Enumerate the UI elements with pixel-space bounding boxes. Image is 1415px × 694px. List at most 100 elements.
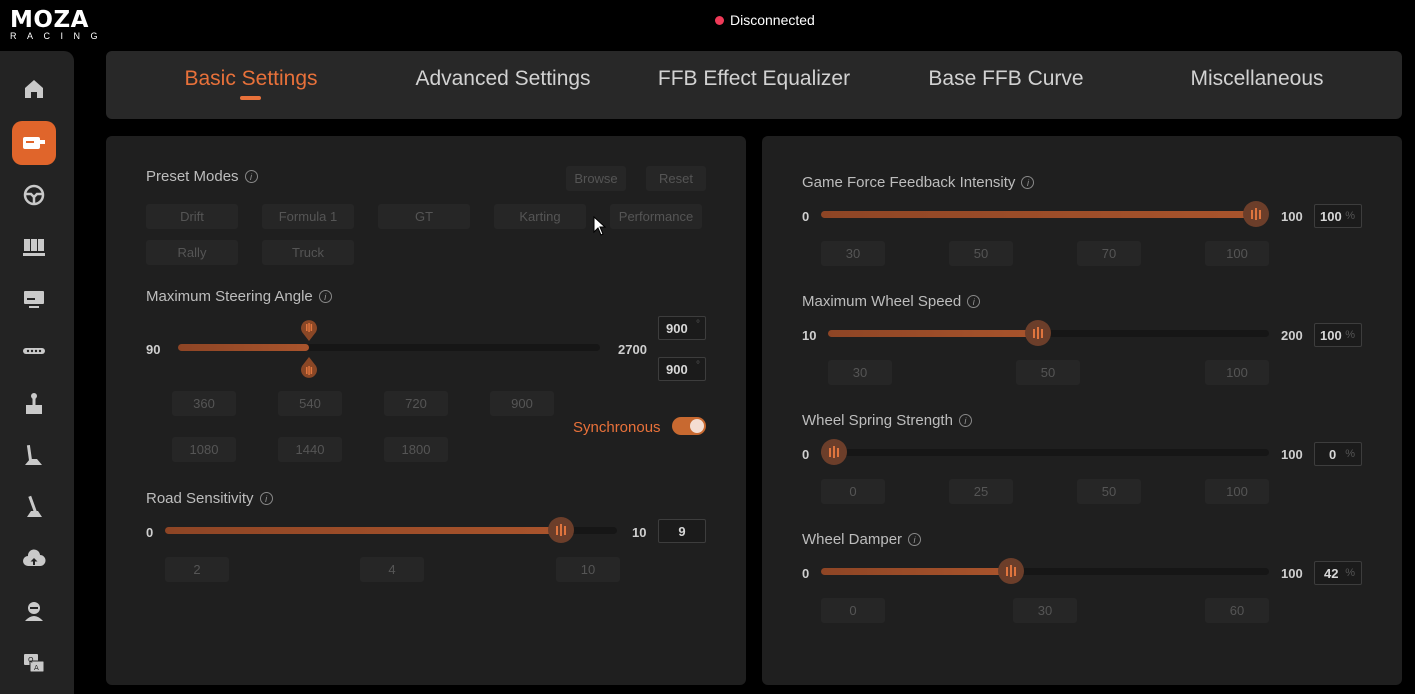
spring-value: 0 — [1329, 446, 1337, 462]
road-value-input[interactable]: 9 — [658, 519, 706, 543]
steering-upper-handle[interactable] — [299, 318, 319, 342]
sidebar-item-user[interactable] — [12, 589, 56, 633]
preset-drift[interactable]: Drift — [146, 204, 238, 229]
spring-value-input[interactable]: 0 % — [1314, 442, 1362, 466]
spring-max-label: 100 — [1281, 447, 1303, 462]
synchronous-label: Synchronous — [573, 419, 661, 436]
ffb-value-input[interactable]: 100 % — [1314, 204, 1362, 228]
spring-preset-25[interactable]: 25 — [949, 479, 1013, 504]
spring-preset-100[interactable]: 100 — [1205, 479, 1269, 504]
toggle-knob — [690, 419, 704, 433]
steering-angle-slider[interactable] — [178, 344, 600, 351]
road-sensitivity-slider[interactable] — [165, 517, 617, 543]
steering-preset-900[interactable]: 900 — [490, 391, 554, 416]
sidebar-item-sequential-shifter[interactable] — [12, 485, 56, 529]
ffb-preset-50[interactable]: 50 — [949, 241, 1013, 266]
sidebar-item-shift-lights[interactable] — [12, 329, 56, 373]
road-preset-4[interactable]: 4 — [360, 557, 424, 582]
svg-text:A: A — [34, 664, 39, 672]
tab-advanced-settings[interactable]: Advanced Settings — [415, 67, 590, 91]
wheel-speed-value: 100 — [1320, 327, 1342, 343]
damper-value: 42 — [1324, 565, 1339, 581]
damper-preset-0[interactable]: 0 — [821, 598, 885, 623]
damper-max-label: 100 — [1281, 566, 1303, 581]
steering-max-label: 2700 — [618, 342, 647, 357]
spring-preset-0[interactable]: 0 — [821, 479, 885, 504]
steering-lower-handle[interactable] — [299, 356, 319, 380]
sidebar-item-dashboard[interactable] — [12, 277, 56, 321]
info-icon[interactable]: i — [967, 295, 981, 308]
tab-basic-settings[interactable]: Basic Settings — [184, 67, 317, 91]
sidebar-item-qa[interactable]: QA — [12, 641, 56, 685]
cloud-upload-icon — [23, 549, 46, 566]
wheel-speed-slider-thumb[interactable] — [1024, 320, 1051, 346]
preset-karting[interactable]: Karting — [494, 204, 586, 229]
info-icon[interactable]: i — [908, 533, 922, 546]
steering-angle-label: Maximum Steering Angle — [146, 288, 313, 305]
sidebar-item-steering-wheel[interactable] — [12, 173, 56, 217]
info-icon[interactable]: i — [1021, 176, 1035, 189]
degree-unit: ° — [696, 319, 700, 330]
steering-preset-1080[interactable]: 1080 — [172, 437, 236, 462]
steering-value-input-top[interactable]: 900 ° — [658, 316, 706, 340]
road-min-label: 0 — [146, 525, 154, 540]
mouse-cursor-icon — [593, 216, 607, 236]
road-preset-2[interactable]: 2 — [165, 557, 229, 582]
reset-button[interactable]: Reset — [646, 166, 706, 191]
preset-gt[interactable]: GT — [378, 204, 470, 229]
damper-min-label: 0 — [802, 566, 810, 581]
wheel-speed-preset-30[interactable]: 30 — [828, 360, 892, 385]
tab-miscellaneous[interactable]: Miscellaneous — [1190, 67, 1323, 91]
info-icon[interactable]: i — [318, 290, 332, 303]
wheel-speed-preset-100[interactable]: 100 — [1205, 360, 1269, 385]
status-dot-icon — [715, 15, 724, 25]
wheel-speed-value-input[interactable]: 100 % — [1314, 323, 1362, 347]
wheel-speed-slider[interactable] — [828, 320, 1269, 346]
info-icon[interactable]: i — [958, 414, 972, 427]
preset-rally[interactable]: Rally — [146, 240, 238, 265]
steering-preset-1440[interactable]: 1440 — [278, 437, 342, 462]
ffb-preset-100[interactable]: 100 — [1205, 241, 1269, 266]
tab-base-ffb-curve[interactable]: Base FFB Curve — [928, 67, 1083, 91]
sidebar-item-pedals[interactable] — [12, 225, 56, 269]
damper-preset-60[interactable]: 60 — [1205, 598, 1269, 623]
steering-preset-540[interactable]: 540 — [278, 391, 342, 416]
spring-min-label: 0 — [802, 447, 810, 462]
steering-slider-fill — [178, 344, 309, 351]
sidebar-item-home[interactable] — [12, 67, 56, 111]
damper-preset-30[interactable]: 30 — [1013, 598, 1077, 623]
info-icon[interactable]: i — [244, 170, 258, 183]
ffb-intensity-slider[interactable] — [821, 201, 1269, 227]
preset-performance[interactable]: Performance — [610, 204, 702, 229]
degree-unit: ° — [696, 360, 700, 371]
wheel-speed-max-label: 200 — [1281, 328, 1303, 343]
sidebar-item-shifter[interactable] — [12, 433, 56, 477]
sidebar-item-wheelbase[interactable] — [12, 121, 56, 165]
synchronous-toggle[interactable] — [672, 417, 706, 435]
damper-slider[interactable] — [821, 558, 1269, 584]
browse-button[interactable]: Browse — [566, 166, 626, 191]
ffb-preset-30[interactable]: 30 — [821, 241, 885, 266]
ffb-preset-70[interactable]: 70 — [1077, 241, 1141, 266]
info-icon[interactable]: i — [259, 492, 273, 505]
sidebar-item-handbrake[interactable] — [12, 381, 56, 425]
preset-truck[interactable]: Truck — [262, 240, 354, 265]
road-preset-10[interactable]: 10 — [556, 557, 620, 582]
spring-preset-50[interactable]: 50 — [1077, 479, 1141, 504]
steering-preset-720[interactable]: 720 — [384, 391, 448, 416]
ffb-min-label: 0 — [802, 209, 810, 224]
damper-value-input[interactable]: 42 % — [1314, 561, 1362, 585]
wheel-speed-title: Maximum Wheel Speed i — [802, 293, 981, 310]
sidebar-item-cloud[interactable] — [12, 537, 56, 581]
steering-preset-1800[interactable]: 1800 — [384, 437, 448, 462]
steering-preset-360[interactable]: 360 — [172, 391, 236, 416]
spring-slider-thumb[interactable] — [821, 439, 847, 465]
spring-strength-slider[interactable] — [821, 439, 1269, 465]
sequential-shifter-icon — [27, 495, 42, 517]
steering-value-input-bottom[interactable]: 900 ° — [658, 357, 706, 381]
preset-formula-1[interactable]: Formula 1 — [262, 204, 354, 229]
preset-modes-title: Preset Modes i — [146, 168, 258, 185]
wheel-speed-preset-50[interactable]: 50 — [1016, 360, 1080, 385]
tab-ffb-effect-equalizer[interactable]: FFB Effect Equalizer — [658, 67, 850, 91]
ffb-slider-thumb[interactable] — [1243, 201, 1269, 227]
